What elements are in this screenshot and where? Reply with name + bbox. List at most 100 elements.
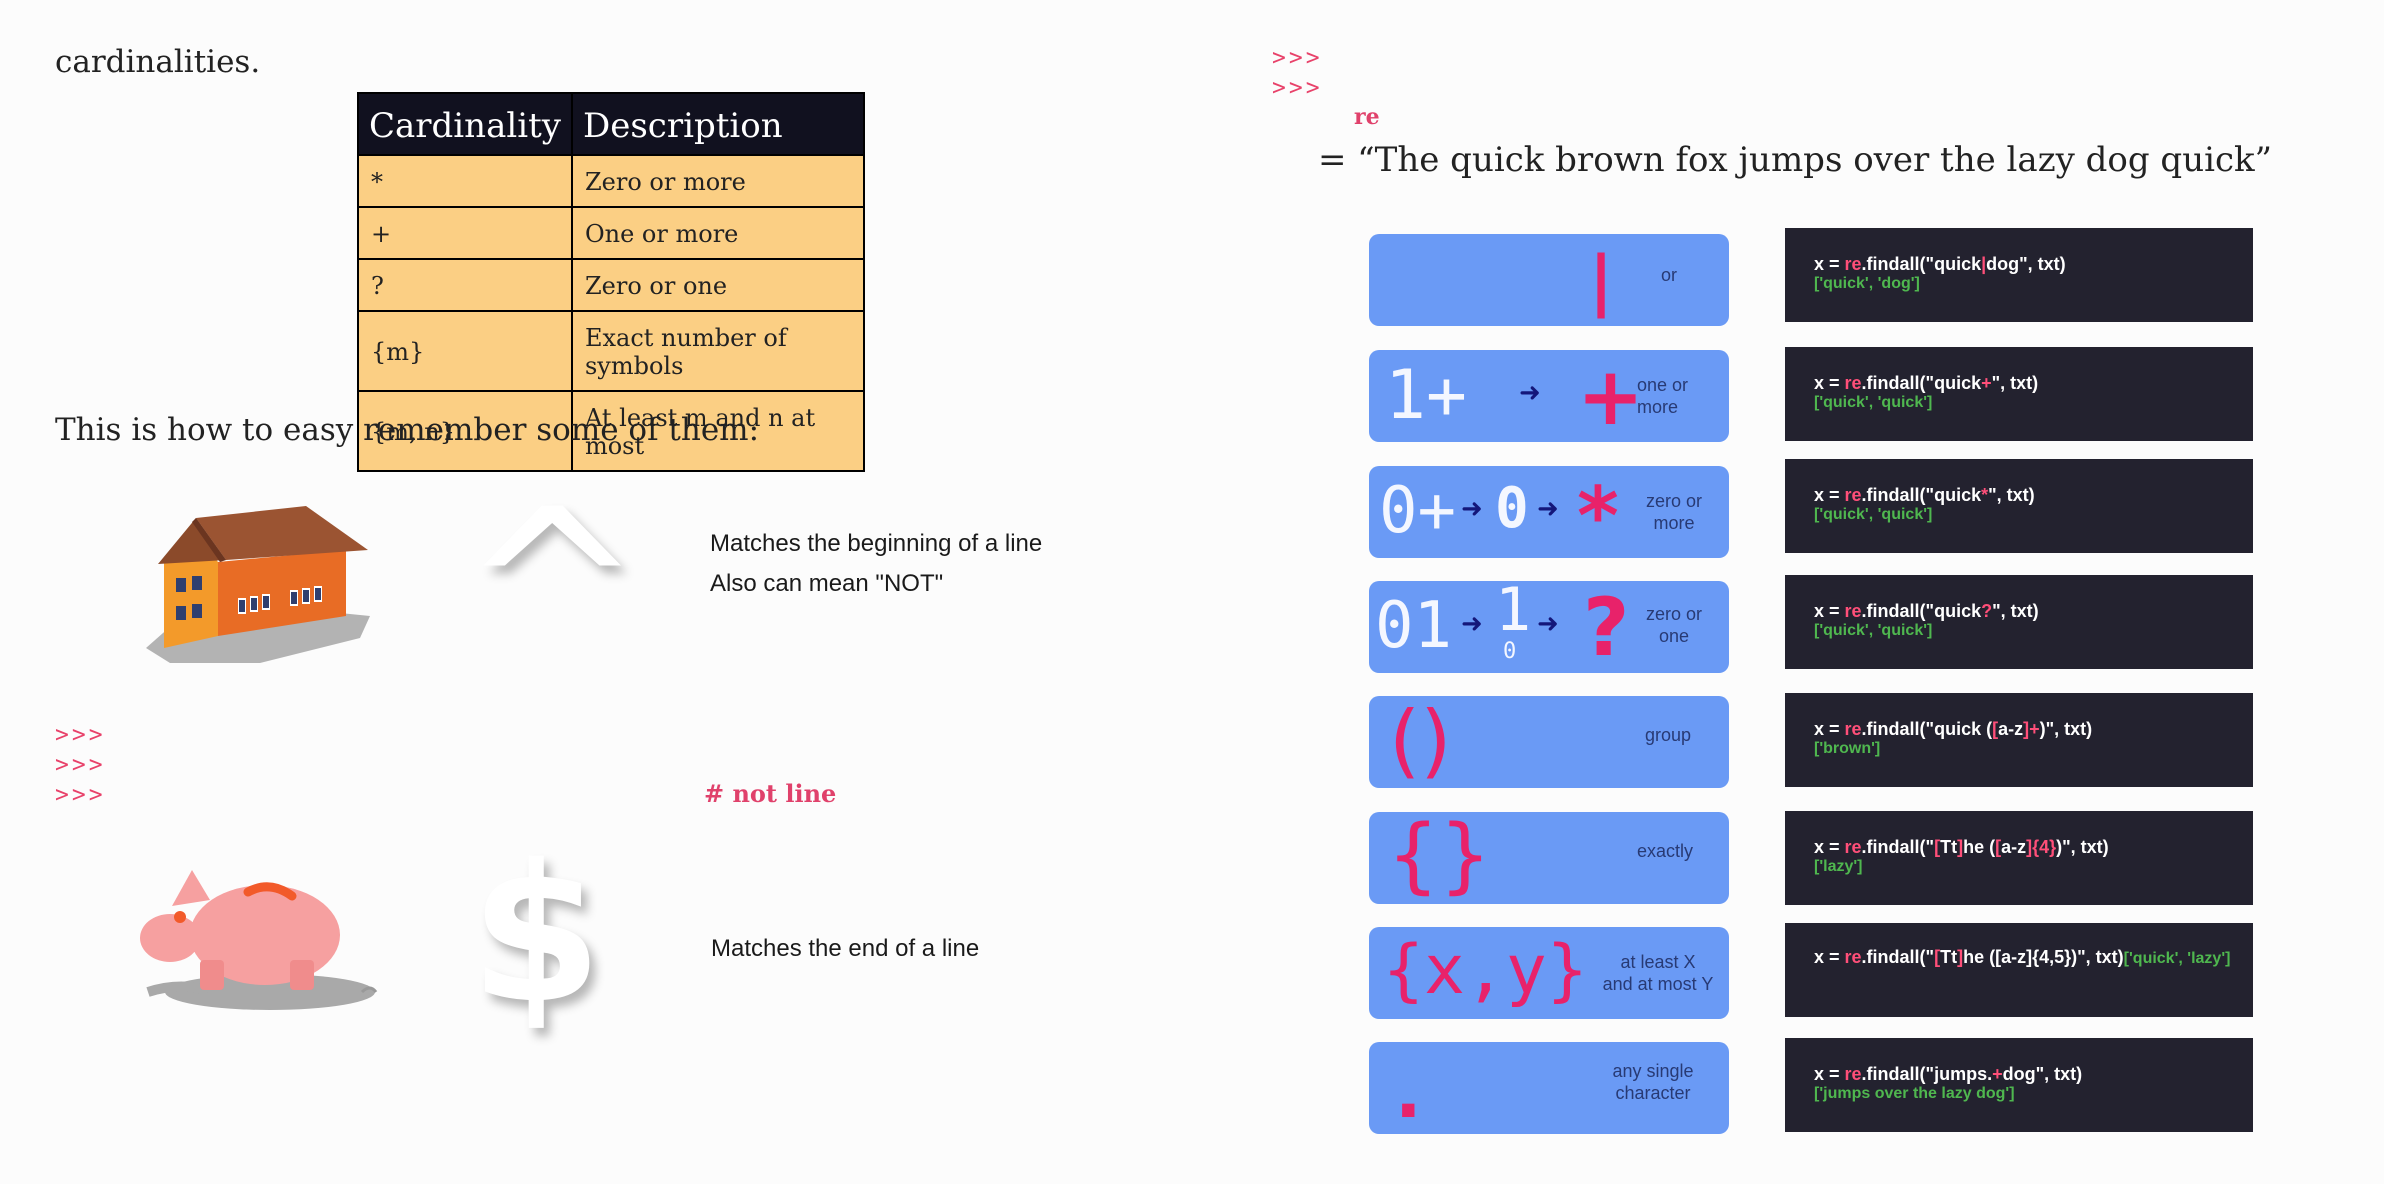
code-token: .findall("quick bbox=[1861, 485, 1982, 505]
code-result: ['quick', 'quick'] bbox=[1814, 506, 1933, 523]
range-symbol-text: {x,y} bbox=[1383, 931, 1588, 1010]
card-label: exactly bbox=[1636, 841, 1694, 861]
digits-zero-plus: 0+ bbox=[1379, 474, 1457, 548]
prompt: >>> bbox=[55, 782, 106, 808]
arrow-icon: ➜ bbox=[1519, 378, 1541, 408]
code-token: x = bbox=[1814, 837, 1845, 857]
arrow-icon: ➜ bbox=[1461, 609, 1483, 639]
star-symbol: * bbox=[1577, 470, 1619, 563]
code-comment: # not line bbox=[704, 779, 837, 808]
code-line: x = re.findall("jumps.+dog", txt) bbox=[1814, 1064, 2082, 1085]
card-label: any single character bbox=[1603, 1060, 1703, 1104]
prompt: >>> bbox=[55, 722, 106, 748]
dollar-symbol: $ bbox=[470, 824, 603, 1045]
intro-text: cardinalities. bbox=[55, 44, 261, 80]
code-token: ]+ bbox=[2023, 719, 2040, 739]
code-line: x = re.findall("[Tt]he ([a-z]{4})", txt) bbox=[1814, 837, 2109, 858]
card-label: zero or more bbox=[1639, 490, 1709, 534]
code-token: .findall(" bbox=[1861, 947, 1935, 967]
code-token: )", txt) bbox=[2039, 719, 2093, 739]
card-label-line: one bbox=[1658, 626, 1690, 646]
code-result: ['quick', 'quick'] bbox=[1814, 394, 1933, 411]
regex-card-dot: . any single character bbox=[1369, 1042, 1729, 1134]
code-token: ", txt) bbox=[1988, 485, 2035, 505]
regex-card-group: () group bbox=[1369, 694, 1729, 788]
prompt: >>> bbox=[55, 752, 106, 778]
code-token: re bbox=[1844, 601, 1862, 621]
code-result: ['brown'] bbox=[1814, 740, 1881, 757]
code-panel-dot: x = re.findall("jumps.+dog", txt) ['jump… bbox=[1785, 1038, 2253, 1132]
table-cell: Exact number of symbols bbox=[570, 310, 865, 392]
regex-card-range: {x,y} at least X and at most Y bbox=[1369, 927, 1729, 1019]
code-token: a-z bbox=[1998, 719, 2024, 739]
code-token: re bbox=[1844, 373, 1862, 393]
code-line: x = re.findall("quick*", txt) bbox=[1814, 485, 2035, 506]
code-token: Tt bbox=[1940, 837, 1958, 857]
card-label: one or more bbox=[1637, 374, 1707, 418]
digit-zero-small: 0 bbox=[1503, 639, 1517, 664]
code-token: ]{4} bbox=[2026, 837, 2057, 857]
code-token: ", txt) bbox=[1992, 601, 2039, 621]
code-line: x = re.findall("quick ([a-z]+)", txt) bbox=[1814, 719, 2092, 740]
code-token: .findall("quick bbox=[1861, 601, 1982, 621]
card-label-line: any single bbox=[1612, 1061, 1694, 1081]
code-token: x = bbox=[1814, 601, 1845, 621]
regex-card-exactly: {} exactly bbox=[1369, 808, 1729, 904]
arrow-icon: ➜ bbox=[1537, 609, 1559, 639]
card-label-line: one or bbox=[1637, 375, 1689, 395]
code-prompts: >>> >>> >>> bbox=[55, 720, 106, 810]
arrow-icon: ➜ bbox=[1537, 494, 1559, 524]
code-token: x = bbox=[1814, 485, 1845, 505]
code-token: x = bbox=[1814, 1064, 1845, 1084]
code-prompts-right: >>> >>> bbox=[1272, 43, 1323, 103]
code-token: re bbox=[1844, 719, 1862, 739]
code-result: ['quick', 'quick'] bbox=[1814, 622, 1933, 639]
code-token: .findall("quick bbox=[1861, 254, 1982, 274]
code-token: )", txt) bbox=[2056, 837, 2109, 857]
code-token: )", txt) bbox=[2071, 947, 2124, 967]
caret-description-not: Also can mean "NOT" bbox=[710, 570, 944, 597]
code-panel-question: x = re.findall("quick?", txt) ['quick', … bbox=[1785, 575, 2253, 669]
text-assignment: = “The quick brown fox jumps over the la… bbox=[1318, 140, 2272, 180]
code-panel-or: x = re.findall("quick|dog", txt) ['quick… bbox=[1785, 228, 2253, 322]
caret-description: Matches the beginning of a line bbox=[710, 530, 1043, 557]
regex-card-or: | or bbox=[1369, 234, 1729, 326]
dollar-description: Matches the end of a line bbox=[711, 935, 980, 962]
code-token: x = bbox=[1814, 719, 1845, 739]
card-label: zero or one bbox=[1639, 603, 1709, 647]
code-token: ? bbox=[1981, 601, 1993, 621]
table-row: * Zero or more bbox=[357, 154, 865, 208]
house-icon bbox=[146, 506, 370, 663]
card-label-line: zero or bbox=[1645, 491, 1703, 511]
piggy-bank-icon bbox=[140, 870, 378, 1010]
code-token: x = bbox=[1814, 373, 1845, 393]
table-cell: Zero or more bbox=[570, 154, 865, 208]
code-token: re bbox=[1844, 947, 1862, 967]
code-token: re bbox=[1844, 254, 1862, 274]
card-label: group bbox=[1644, 725, 1692, 745]
card-label-line: zero or bbox=[1645, 604, 1703, 624]
regex-card-plus: 1+ ➜ + one or more bbox=[1369, 350, 1729, 443]
table-header: Description bbox=[570, 92, 865, 156]
digit-zero: 0 bbox=[1495, 476, 1529, 541]
braces-symbol: {} bbox=[1387, 808, 1492, 903]
dot-symbol: . bbox=[1395, 1052, 1422, 1134]
card-label-line: and at most Y bbox=[1602, 974, 1714, 994]
code-line: x = re.findall("quick?", txt) bbox=[1814, 601, 2039, 622]
regex-card-star: 0+ ➜ 0 ➜ * zero or more bbox=[1369, 466, 1729, 563]
code-token: dog", txt) bbox=[2002, 1064, 2083, 1084]
code-token: .findall("jumps. bbox=[1861, 1064, 1993, 1084]
pipe-symbol: | bbox=[1589, 242, 1614, 319]
code-panel-group: x = re.findall("quick ([a-z]+)", txt) ['… bbox=[1785, 693, 2253, 787]
digits-zero-one: 01 bbox=[1375, 589, 1453, 663]
table-row: + One or more bbox=[357, 206, 865, 260]
table-cell: * bbox=[357, 154, 573, 208]
card-label-line: more bbox=[1653, 513, 1695, 533]
prompt: >>> bbox=[1272, 45, 1323, 71]
table-cell: One or more bbox=[570, 206, 865, 260]
code-token: + bbox=[1981, 373, 1992, 393]
code-result: ['quick', 'lazy'] bbox=[2123, 950, 2231, 967]
code-line: x = re.findall("quick+", txt) bbox=[1814, 373, 2038, 394]
code-token: x = bbox=[1814, 254, 1845, 274]
question-symbol: ? bbox=[1583, 581, 1630, 674]
